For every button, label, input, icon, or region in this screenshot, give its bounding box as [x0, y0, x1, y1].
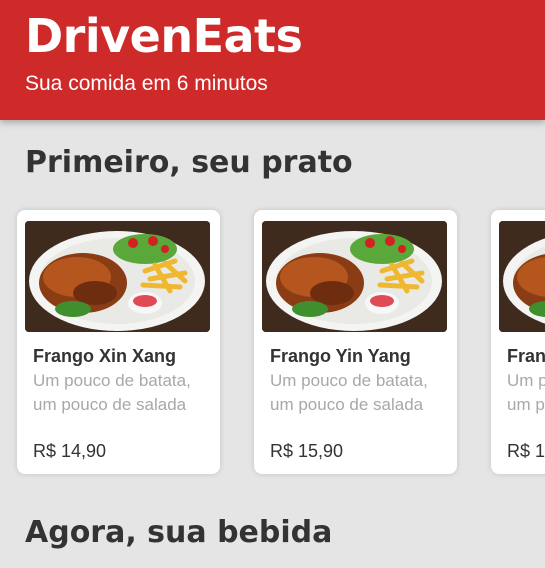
- dish-name: Frango Xin Xang: [33, 346, 177, 366]
- dish-description: Um pouco de batata, um pouco de salada: [507, 371, 545, 414]
- dish-card[interactable]: Frango Xin Xang Um pouco de batata, um p…: [17, 210, 220, 474]
- dish-description: Um pouco de batata, um pouco de salada: [33, 371, 191, 414]
- dish-description: Um pouco de batata, um pouco de salada: [270, 371, 428, 414]
- section-title-dishes: Primeiro, seu prato: [25, 145, 353, 180]
- dish-card[interactable]: Frango Yin Yang Um pouco de batata, um p…: [254, 210, 457, 474]
- dish-card[interactable]: Frango Xin Xang Um pouco de batata, um p…: [491, 210, 545, 474]
- dish-name: Frango Yin Yang: [270, 346, 411, 366]
- dish-price: R$ 15,90: [270, 441, 344, 461]
- dish-photo: [499, 221, 545, 332]
- dish-price: R$ 14,90: [33, 441, 107, 461]
- dish-photo-image: [25, 221, 210, 332]
- dish-photo: [262, 221, 447, 332]
- dish-price: R$ 14,90: [507, 441, 545, 461]
- dish-photo: [25, 221, 210, 332]
- page: DrivenEats Sua comida em 6 minutos Prime…: [0, 0, 545, 568]
- dish-carousel[interactable]: Frango Xin Xang Um pouco de batata, um p…: [0, 210, 545, 475]
- app-header: DrivenEats Sua comida em 6 minutos: [0, 0, 545, 120]
- brand-logo: DrivenEats: [25, 9, 303, 63]
- tagline: Sua comida em 6 minutos: [25, 72, 268, 95]
- dish-photo-image: [499, 221, 545, 332]
- section-title-drinks: Agora, sua bebida: [25, 515, 333, 550]
- dish-photo-image: [262, 221, 447, 332]
- dish-name: Frango Xin Xang: [507, 346, 545, 366]
